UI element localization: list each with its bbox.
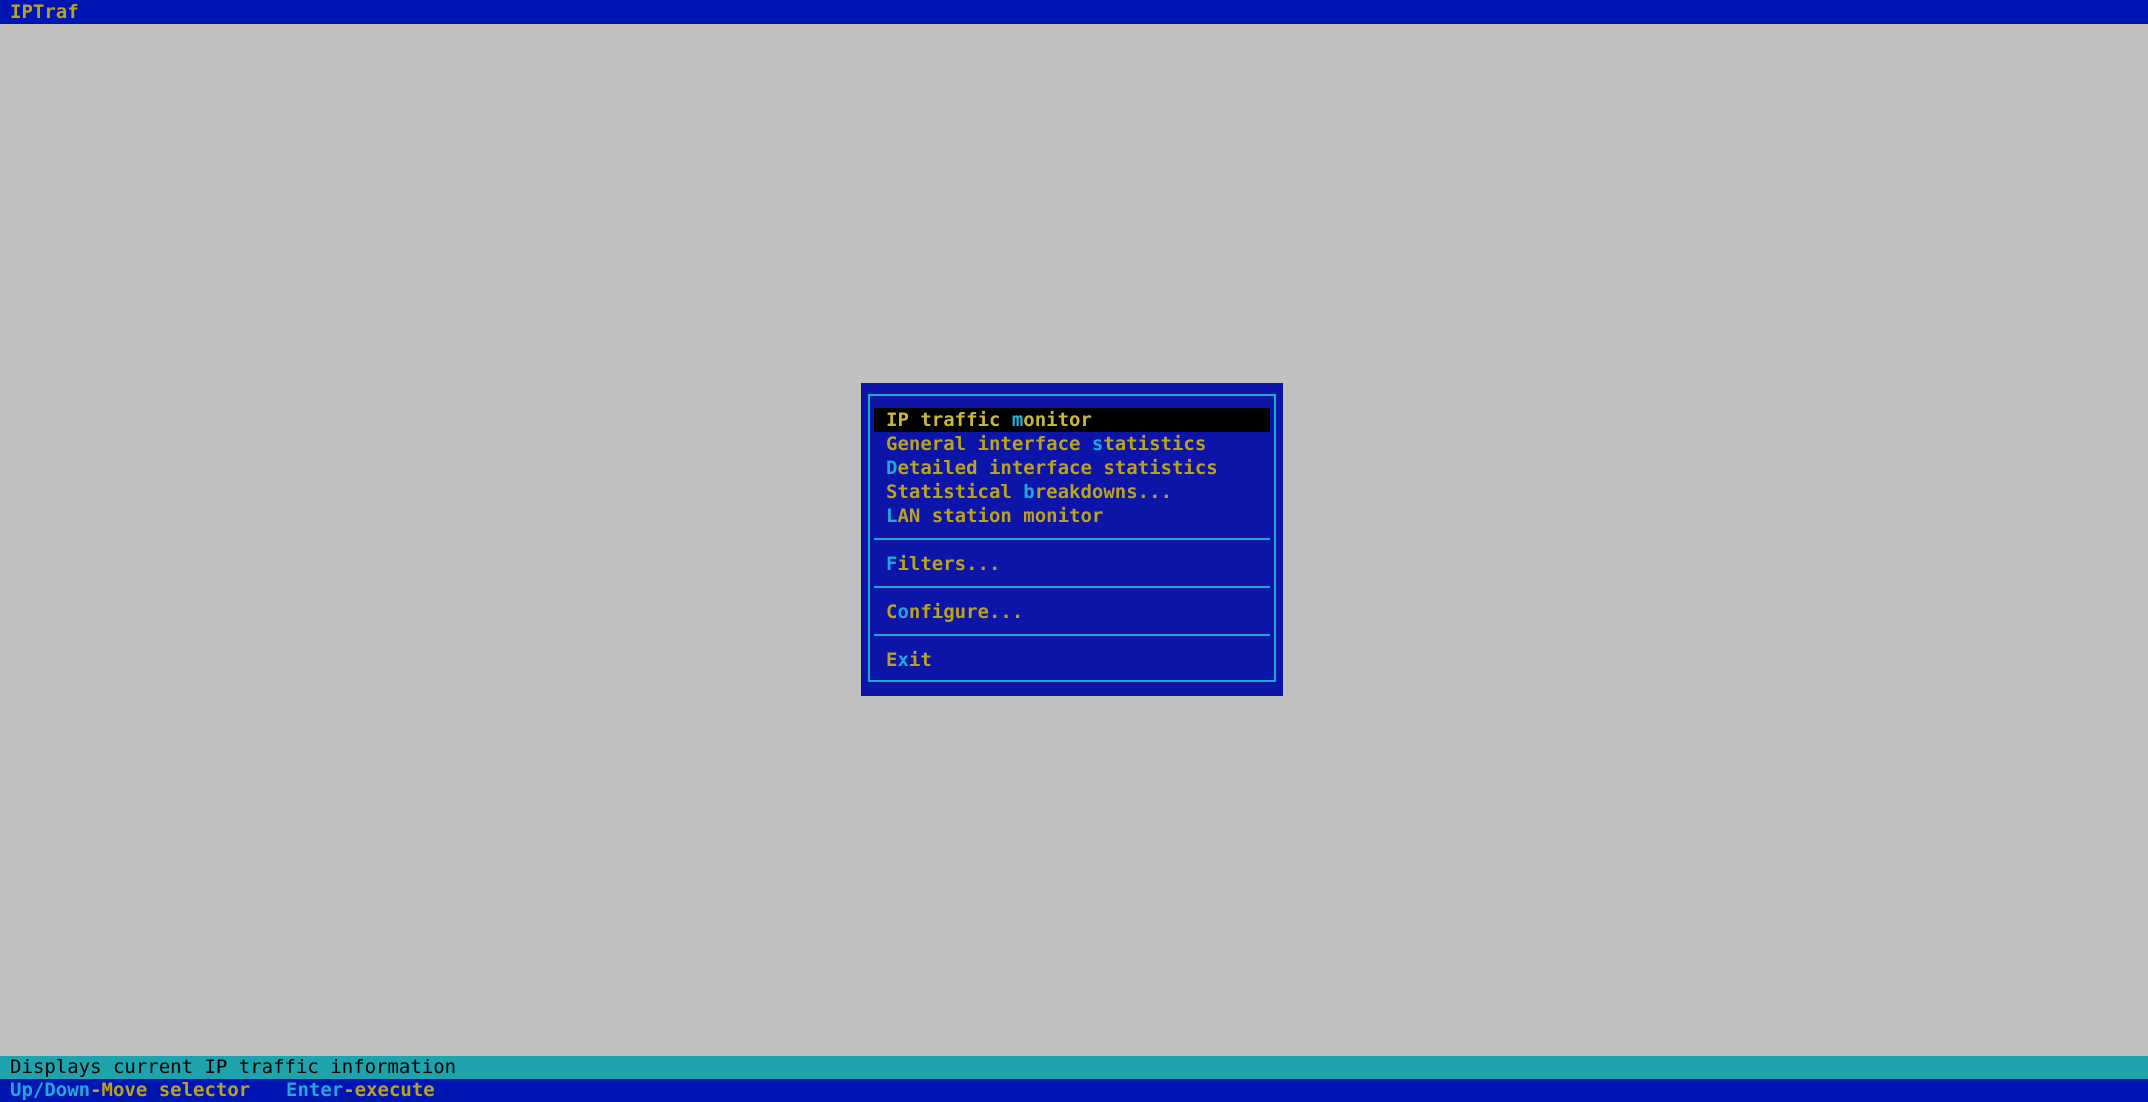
menu-item-configure[interactable]: Configure...: [874, 600, 1270, 624]
menu-item-text: C: [886, 601, 898, 623]
menu-item-text: it: [908, 649, 932, 671]
help-desc-execute: -execute: [343, 1079, 435, 1101]
menu-item-general-interface-statistics[interactable]: General interface statistics: [874, 432, 1270, 456]
menu-item-text: etailed interface statistics: [897, 457, 1218, 479]
menu-separator: [874, 634, 1270, 636]
menu-item-text: General interface: [886, 433, 1092, 455]
menu-item-text: ilters...: [897, 553, 1001, 575]
menu-item-text: nfigure...: [908, 601, 1024, 623]
menu-separator: [874, 586, 1270, 588]
menu-item-text: reakdowns...: [1034, 481, 1173, 503]
app-title: IPTraf: [10, 1, 79, 23]
menu-item-filters[interactable]: Filters...: [874, 552, 1270, 576]
menu-item-hotkey: D: [886, 457, 898, 479]
menu-item-ip-traffic-monitor[interactable]: IP traffic monitor: [874, 408, 1270, 432]
status-bar: Displays current IP traffic information: [0, 1056, 2148, 1079]
help-key-enter: Enter: [286, 1079, 344, 1101]
menu-item-hotkey: m: [1011, 409, 1024, 431]
terminal-screen: IPTraf IP traffic monitor General interf…: [0, 0, 2148, 1102]
menu-item-exit[interactable]: Exit: [874, 648, 1270, 672]
help-move-selector: Up/Down-Move selector: [10, 1079, 250, 1102]
menu-item-hotkey: F: [886, 553, 898, 575]
menu-item-statistical-breakdowns[interactable]: Statistical breakdowns...: [874, 480, 1270, 504]
menu-item-hotkey: s: [1091, 433, 1104, 455]
menu-item-hotkey: L: [886, 505, 898, 527]
help-desc-move: -Move selector: [90, 1079, 251, 1101]
menu-item-text: AN station monitor: [897, 505, 1104, 527]
title-bar: IPTraf: [0, 0, 2148, 24]
menu-item-text: tatistics: [1103, 433, 1207, 455]
menu-item-detailed-interface-statistics[interactable]: Detailed interface statistics: [874, 456, 1270, 480]
menu-item-hotkey: o: [897, 601, 909, 623]
menu-item-text: IP traffic: [886, 409, 1012, 431]
status-description: Displays current IP traffic information: [10, 1056, 457, 1078]
menu-item-hotkey: x: [897, 649, 909, 671]
menu-item-text: E: [886, 649, 898, 671]
menu-item-text: onitor: [1023, 409, 1092, 431]
menu-item-lan-station-monitor[interactable]: LAN station monitor: [874, 504, 1270, 528]
menu-item-hotkey: b: [1023, 481, 1035, 503]
help-execute: Enter-execute: [286, 1079, 435, 1102]
help-key-updown: Up/Down: [10, 1079, 91, 1101]
menu-item-text: Statistical: [886, 481, 1024, 503]
help-bar: Up/Down-Move selector Enter-execute: [0, 1079, 2148, 1102]
menu-separator: [874, 538, 1270, 540]
